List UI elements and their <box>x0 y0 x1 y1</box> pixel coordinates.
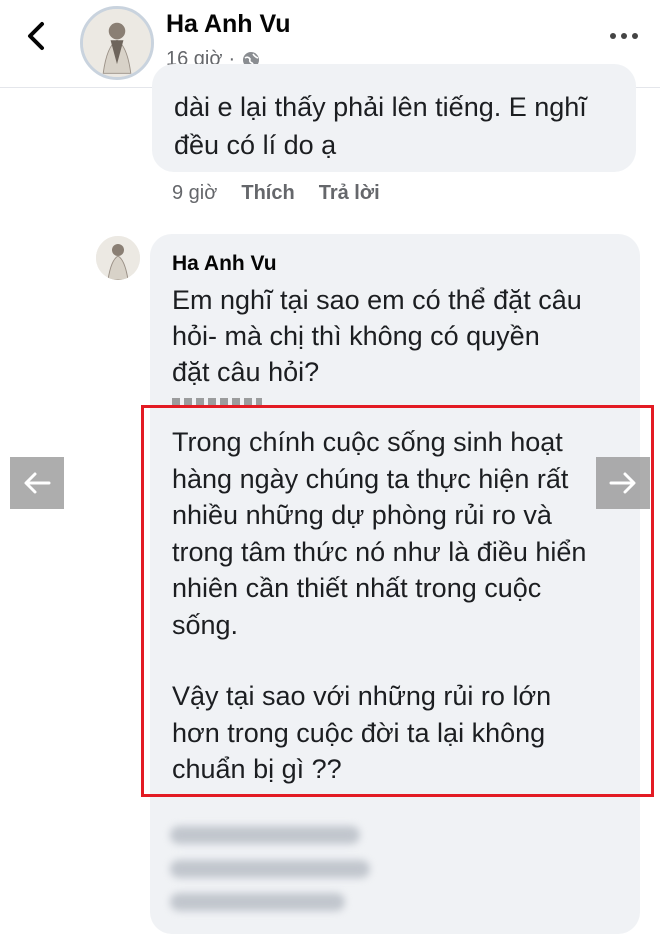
arrow-left-icon[interactable] <box>10 457 64 509</box>
reply-author-name[interactable]: Ha Anh Vu <box>172 252 277 276</box>
red-highlight-box <box>141 405 654 797</box>
reply-line: hỏi- mà chị thì không có quyền <box>172 321 540 351</box>
previous-comment-text: dài e lại thấy phải lên tiếng. E nghĩ đề… <box>174 92 587 164</box>
like-link[interactable]: Thích <box>241 182 294 205</box>
poster-name[interactable]: Ha Anh Vu <box>166 10 291 39</box>
reply-line: đặt câu hỏi? <box>172 357 320 387</box>
more-horizontal-icon[interactable] <box>604 24 644 48</box>
previous-comment-bubble: dài e lại thấy phải lên tiếng. E nghĩ đề… <box>152 64 636 172</box>
arrow-right-icon[interactable] <box>596 457 650 509</box>
back-chevron-icon[interactable] <box>18 18 54 54</box>
reply-link[interactable]: Trả lời <box>319 182 380 205</box>
comment-time[interactable]: 9 giờ <box>172 182 217 205</box>
reply-line: Em nghĩ tại sao em có thể đặt câu <box>172 285 582 315</box>
previous-comment-line: đều có lí do ạ <box>174 130 337 160</box>
previous-comment-actions: 9 giờ Thích Trả lời <box>172 182 380 205</box>
blurred-text <box>170 893 345 911</box>
blurred-text <box>170 826 360 844</box>
reply-intro-text: Em nghĩ tại sao em có thể đặt câu hỏi- m… <box>172 282 632 390</box>
avatar[interactable] <box>80 6 154 80</box>
reply-avatar[interactable] <box>96 236 140 280</box>
previous-comment-line: dài e lại thấy phải lên tiếng. E nghĩ <box>174 92 587 122</box>
blurred-text <box>170 860 370 878</box>
